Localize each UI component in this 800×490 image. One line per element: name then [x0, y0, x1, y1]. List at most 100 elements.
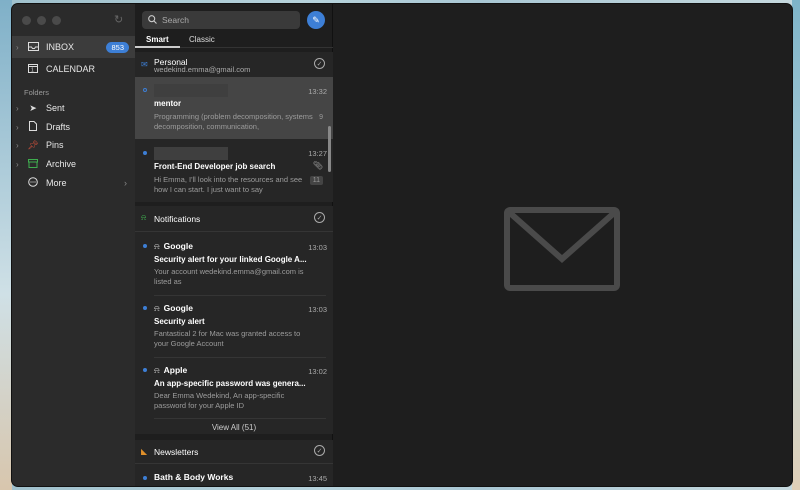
chevron-right-icon[interactable]: › [16, 43, 24, 52]
pencil-icon: ✎ [312, 14, 320, 25]
unread-indicator [143, 151, 147, 155]
sidebar-item-inbox[interactable]: › INBOX 853 [12, 36, 135, 58]
mark-all-read-check-icon[interactable]: ✓ [314, 58, 325, 69]
send-icon: ➤ [29, 102, 37, 113]
envelope-small-icon: ✉ [141, 60, 148, 69]
redacted-sender [154, 84, 228, 97]
mail-subject: mentor [154, 99, 182, 108]
notifications-section: ⍾ Notifications ✓ ⍾ Google 13:03 Security… [135, 206, 333, 434]
mail-sender: Bath & Body Works [154, 472, 234, 482]
mail-time: 13:03 [308, 305, 327, 314]
section-subtitle: wedekind.emma@gmail.com [154, 65, 251, 74]
view-all-link[interactable]: View All (51) [135, 423, 333, 432]
tab-smart[interactable]: Smart [146, 35, 169, 44]
thread-count: 11 [309, 176, 323, 185]
archive-icon [26, 158, 40, 170]
chevron-right-icon[interactable]: › [16, 104, 24, 113]
mail-time: 13:02 [308, 367, 327, 376]
bell-icon: ⍾ [154, 241, 160, 251]
bell-icon: ⍾ [154, 365, 160, 375]
list-item[interactable]: ⍾ Apple 13:02 An app-specific password wa… [135, 358, 333, 418]
active-tab-indicator [135, 46, 180, 48]
sidebar-item-label: Drafts [46, 122, 71, 132]
minimize-window-button[interactable] [37, 16, 46, 25]
sidebar-item-label: Pins [46, 140, 64, 150]
sidebar-item-label: More [46, 178, 67, 188]
desktop-background-left [0, 0, 12, 490]
thread-count: 9 [319, 114, 323, 121]
pin-icon: 📌︎ [27, 139, 39, 150]
search-icon [148, 14, 157, 26]
mail-time: 13:27 [308, 149, 327, 158]
unread-indicator [143, 368, 147, 372]
tab-bar: Smart Classic [135, 32, 333, 48]
window-controls [22, 16, 61, 25]
chevron-right-icon[interactable]: › [124, 178, 127, 188]
mark-all-read-check-icon[interactable]: ✓ [314, 445, 325, 456]
personal-section-header[interactable]: ✉ Personal wedekind.emma@gmail.com ✓ [135, 52, 333, 76]
mail-sender: Apple [163, 365, 188, 375]
envelope-icon [504, 207, 620, 291]
mail-time: 13:03 [308, 243, 327, 252]
unread-count-badge: 853 [106, 41, 129, 53]
bell-icon: ⍾ [154, 303, 160, 313]
zoom-window-button[interactable] [52, 16, 61, 25]
mark-all-read-check-icon[interactable]: ✓ [314, 212, 325, 223]
mail-sender: Google [163, 303, 193, 313]
mail-subject: Front-End Developer job search [154, 162, 276, 171]
draft-icon [26, 121, 40, 133]
mail-time: 13:45 [308, 474, 327, 483]
chevron-right-icon[interactable]: › [16, 123, 24, 132]
mail-preview: Dear Emma Wedekind, An app-specific pass… [154, 391, 285, 410]
mail-subject: Security alert [154, 317, 205, 326]
newsletters-section: ◣ Newsletters ✓ Bath & Body Works 13:45 [135, 440, 333, 486]
sidebar-item-label: INBOX [46, 42, 75, 52]
more-icon [26, 177, 40, 189]
mail-time: 13:32 [308, 87, 327, 96]
unread-indicator [143, 88, 147, 92]
mail-preview: Fantastical 2 for Mac was granted access… [154, 329, 301, 348]
message-list-pane: Search ✎ Smart Classic ✉ Personal wedeki… [135, 4, 333, 486]
unread-indicator [143, 244, 147, 248]
sidebar-item-label: Archive [46, 159, 77, 169]
sidebar-item-more[interactable]: More › [12, 172, 135, 194]
newsletters-section-header[interactable]: ◣ Newsletters ✓ [135, 440, 333, 464]
section-title: Newsletters [154, 447, 199, 457]
svg-text:1: 1 [31, 68, 34, 73]
rss-icon: ◣ [141, 447, 148, 456]
sidebar-item-label: CALENDAR [46, 64, 96, 74]
sync-icon[interactable]: ↻ [114, 13, 126, 26]
list-item[interactable]: 13:32 mentor Programming (problem decomp… [135, 77, 333, 139]
chevron-right-icon[interactable]: › [16, 160, 24, 169]
search-placeholder: Search [162, 15, 189, 25]
reading-pane [334, 4, 792, 486]
notifications-section-header[interactable]: ⍾ Notifications ✓ [135, 206, 333, 230]
mail-preview: Hi Emma, I'll look into the resources an… [154, 175, 303, 194]
mail-subject: An app-specific password was genera... [154, 379, 306, 388]
list-item[interactable]: Bath & Body Works 13:45 [135, 466, 333, 486]
search-input[interactable]: Search [142, 11, 300, 29]
sidebar-item-calendar[interactable]: 1 CALENDAR [12, 58, 135, 80]
mail-preview: Programming (problem decomposition, syst… [154, 112, 313, 131]
unread-indicator [143, 476, 147, 480]
list-item[interactable]: 13:27 Front-End Developer job search 📎︎ … [135, 140, 333, 202]
sidebar-item-label: Sent [46, 103, 65, 113]
list-item[interactable]: ⍾ Google 13:03 Security alert for your li… [135, 234, 333, 294]
calendar-icon: 1 [26, 63, 40, 75]
sidebar: ↻ › INBOX 853 1 CALENDAR Folders › ➤ Sen… [12, 4, 135, 486]
personal-section: ✉ Personal wedekind.emma@gmail.com ✓ 13:… [135, 52, 333, 202]
chevron-right-icon[interactable]: › [16, 141, 24, 150]
paperclip-icon: 📎︎ [312, 161, 323, 170]
inbox-icon [26, 41, 40, 53]
list-item[interactable]: ⍾ Google 13:03 Security alert Fantastical… [135, 296, 333, 356]
desktop-background-right [792, 0, 800, 490]
close-window-button[interactable] [22, 16, 31, 25]
mail-preview: Your account wedekind.emma@gmail.com is … [154, 267, 304, 286]
mail-sender: Google [163, 241, 193, 251]
compose-button[interactable]: ✎ [307, 11, 325, 29]
redacted-sender [154, 147, 228, 160]
section-title: Notifications [154, 214, 201, 224]
unread-indicator [143, 306, 147, 310]
mail-subject: Security alert for your linked Google A.… [154, 255, 307, 264]
tab-classic[interactable]: Classic [189, 35, 215, 44]
